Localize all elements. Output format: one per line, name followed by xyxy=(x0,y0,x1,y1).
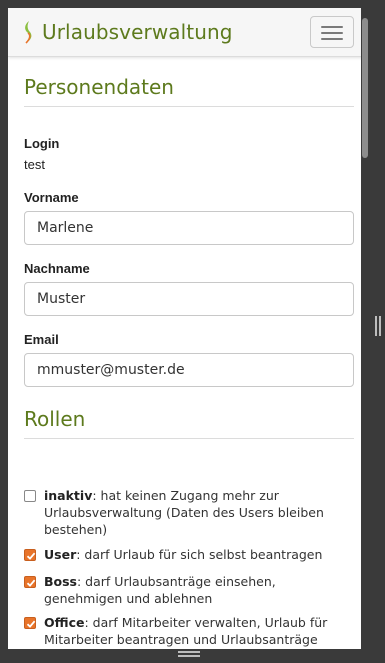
rollen-heading: Rollen xyxy=(24,388,354,439)
brand[interactable]: Urlaubsverwaltung xyxy=(22,18,233,46)
role-user-checkbox[interactable] xyxy=(24,549,36,561)
nachname-label: Nachname xyxy=(24,261,90,276)
role-name: User xyxy=(44,547,77,562)
role-name: Boss xyxy=(44,574,77,589)
role-boss[interactable]: Boss: darf Urlaubsanträge einsehen, gene… xyxy=(24,573,354,607)
resize-handle-right-icon[interactable] xyxy=(375,316,381,336)
role-inaktiv[interactable]: inaktiv: hat keinen Zugang mehr zur Urla… xyxy=(24,487,354,538)
scrollbar-thumb[interactable] xyxy=(362,18,368,158)
checkmark-icon xyxy=(26,552,36,560)
browser-frame: Urlaubsverwaltung Personendaten Login te… xyxy=(0,0,385,663)
rollen-section: Rollen xyxy=(24,388,354,439)
resize-handle-bottom-icon[interactable] xyxy=(178,651,200,659)
vertical-scrollbar[interactable] xyxy=(361,8,369,649)
vorname-group: Vorname xyxy=(24,190,354,245)
vorname-field[interactable] xyxy=(24,211,354,245)
vorname-label: Vorname xyxy=(24,190,79,205)
checkmark-icon xyxy=(26,579,36,587)
role-description: : darf Urlaubsanträge einsehen, genehmig… xyxy=(44,574,276,606)
hamburger-menu-icon xyxy=(321,26,343,28)
role-office[interactable]: Office: darf Mitarbeiter verwalten, Urla… xyxy=(24,614,354,649)
nachname-field[interactable] xyxy=(24,282,354,316)
checkmark-icon xyxy=(26,620,36,628)
main-content: Personendaten Login test Vorname Nachnam… xyxy=(24,56,354,647)
role-name: Office xyxy=(44,615,85,630)
leaf-logo-icon xyxy=(22,20,34,44)
role-name: inaktiv xyxy=(44,488,93,503)
top-navbar: Urlaubsverwaltung xyxy=(8,8,369,57)
personendaten-heading: Personendaten xyxy=(24,56,354,107)
email-field[interactable] xyxy=(24,353,354,387)
menu-toggle-button[interactable] xyxy=(310,16,354,48)
nachname-group: Nachname xyxy=(24,261,354,316)
page-viewport: Urlaubsverwaltung Personendaten Login te… xyxy=(8,8,369,649)
role-office-checkbox[interactable] xyxy=(24,617,36,629)
role-boss-checkbox[interactable] xyxy=(24,576,36,588)
role-description: : darf Urlaub für sich selbst beantragen xyxy=(76,547,323,562)
login-value: test xyxy=(24,157,45,172)
login-group: Login test xyxy=(24,136,59,172)
role-inaktiv-checkbox[interactable] xyxy=(24,490,36,502)
email-label: Email xyxy=(24,332,59,347)
role-user[interactable]: User: darf Urlaub für sich selbst beantr… xyxy=(24,546,354,563)
role-description: : darf Mitarbeiter verwalten, Urlaub für… xyxy=(44,615,328,647)
email-group: Email xyxy=(24,332,354,387)
app-title: Urlaubsverwaltung xyxy=(42,20,233,44)
login-label: Login xyxy=(24,136,60,151)
